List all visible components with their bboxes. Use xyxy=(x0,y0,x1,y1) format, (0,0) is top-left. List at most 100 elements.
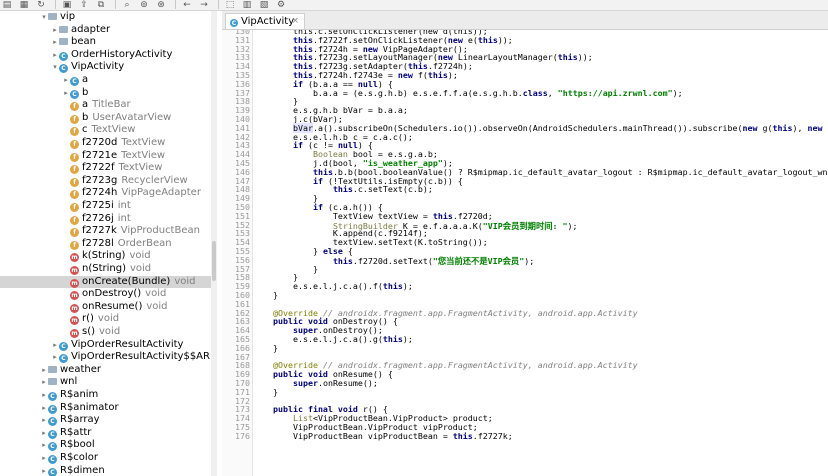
expand-arrow-icon[interactable]: ▾ xyxy=(40,11,48,24)
tree-item[interactable]: f f2721e TextView xyxy=(0,150,211,163)
tree-item[interactable]: f c TextView xyxy=(0,124,211,137)
tree-item[interactable]: ▸ C R$attr xyxy=(0,427,211,440)
tree-item[interactable]: ▸ C R$color xyxy=(0,452,211,465)
expand-arrow-icon[interactable]: ▸ xyxy=(40,414,48,427)
tree-item-name: onCreate(Bundle) xyxy=(82,275,171,287)
tree-item[interactable]: ▸ C R$animator xyxy=(0,402,211,415)
save-all-icon[interactable]: ▣ xyxy=(60,0,74,10)
tree-scrollbar[interactable] xyxy=(211,11,217,476)
expand-arrow-icon[interactable]: ▸ xyxy=(51,339,59,352)
tree-item[interactable]: f f2725i int xyxy=(0,200,211,213)
smali-icon[interactable]: ▥ xyxy=(240,0,254,10)
tree-item[interactable]: m onCreate(Bundle) void xyxy=(0,275,211,289)
tree-item[interactable]: m onDestroy() void xyxy=(0,288,211,301)
tab-vipactivity[interactable]: C VipActivity × xyxy=(225,13,305,29)
code-line[interactable]: } xyxy=(253,387,278,397)
tree-item[interactable]: f f2720d TextView xyxy=(0,137,211,150)
expand-arrow-icon[interactable]: ▸ xyxy=(51,49,59,62)
expand-arrow-icon[interactable]: ▸ xyxy=(40,439,48,452)
toolbar-separator xyxy=(115,0,116,9)
code-editor[interactable]: this.c.setOnClickListener(new d(this)); … xyxy=(253,30,828,476)
tree-item[interactable]: f f2727k VipProductBean xyxy=(0,225,211,238)
tree-item[interactable]: ▾ vip xyxy=(0,11,211,24)
expand-arrow-icon[interactable]: ▸ xyxy=(40,364,48,377)
code-token: } xyxy=(253,342,278,353)
tree-item[interactable]: ▸ C R$dimen xyxy=(0,465,211,476)
tree-item[interactable]: ▸ C R$anim xyxy=(0,389,211,402)
tree-item[interactable]: f a TitleBar xyxy=(0,99,211,112)
code-token: "https://api.zrwnl.com" xyxy=(557,87,673,98)
tree-item-name: f2724h xyxy=(82,187,118,199)
tree-item[interactable]: ▸ C OrderHistoryActivity xyxy=(0,49,211,62)
expand-arrow-icon[interactable]: ▸ xyxy=(51,351,59,364)
class-icon: C xyxy=(59,354,68,364)
tree-item[interactable]: m k(String) void xyxy=(0,250,211,263)
field-icon: f xyxy=(70,215,79,225)
field-icon: f xyxy=(70,140,79,149)
decompile-icon[interactable]: ⬚ xyxy=(223,0,237,10)
tree-item[interactable]: m onResume() void xyxy=(0,301,211,314)
tree-item[interactable]: ▸ wnl xyxy=(0,376,211,389)
line-number-gutter: 130 131 132 133 134 135 136 137 138 139 140 141 142 1… xyxy=(222,30,253,476)
tree-item[interactable]: ▸ C VipOrderResultActivity$$AR xyxy=(0,351,211,364)
code-token: g( xyxy=(757,122,773,133)
expand-arrow-icon[interactable]: ▾ xyxy=(51,61,59,74)
expand-arrow-icon[interactable]: ▸ xyxy=(40,452,48,465)
tree-item[interactable]: ▸ Cb xyxy=(0,87,211,100)
tree-item[interactable]: f f2728l OrderBean xyxy=(0,238,211,251)
tree-item[interactable]: ▸ C R$bool xyxy=(0,439,211,452)
tree-item[interactable]: ▸ adapter xyxy=(0,24,211,37)
tree-item[interactable]: m s() void xyxy=(0,326,211,339)
search-icon[interactable]: ⌕ xyxy=(120,0,134,10)
log-icon[interactable]: ▧ xyxy=(257,0,271,10)
tree-item-type: TextView xyxy=(91,124,136,136)
expand-arrow-icon[interactable]: ▸ xyxy=(62,74,70,87)
line-number: 176 xyxy=(235,430,250,441)
copy-icon[interactable]: ⧉ xyxy=(94,0,108,10)
expand-arrow-icon[interactable]: ▸ xyxy=(40,402,48,415)
tree-item[interactable]: f b UserAvatarView xyxy=(0,112,211,125)
tree-item[interactable]: f f2724h VipPageAdapter xyxy=(0,187,211,200)
tree-item[interactable]: f f2726j int xyxy=(0,213,211,226)
tree-item[interactable]: f f2722f TextView xyxy=(0,162,211,175)
tree-item[interactable]: ▸ weather xyxy=(0,364,211,377)
tree-item[interactable]: m r() void xyxy=(0,313,211,326)
expand-arrow-icon[interactable]: ▸ xyxy=(62,87,70,100)
tree-item[interactable]: m n(String) void xyxy=(0,263,211,276)
code-line[interactable]: } xyxy=(253,290,278,300)
code-line[interactable]: } xyxy=(253,343,278,353)
tree-item[interactable]: f f2723g RecyclerView xyxy=(0,175,211,188)
expand-arrow-icon[interactable]: ▸ xyxy=(40,376,48,389)
tree-item[interactable]: ▸ bean xyxy=(0,36,211,49)
toolbar-separator xyxy=(55,0,56,9)
code-token: , xyxy=(547,87,558,98)
open-icon[interactable]: ▤ xyxy=(0,0,14,10)
tree-item[interactable]: ▾ C VipActivity xyxy=(0,61,211,74)
export-icon[interactable]: ⇪ xyxy=(77,0,91,10)
find-class-icon[interactable]: ⊚ xyxy=(137,0,151,10)
code-line[interactable]: VipProductBean vipProductBean = this.f27… xyxy=(253,431,513,441)
code-token: this xyxy=(772,122,793,133)
expand-arrow-icon[interactable]: ▸ xyxy=(40,389,48,402)
code-line[interactable]: b.a.a = (e.s.g.h.b) e.s.e.f.f.a(e.s.g.h.… xyxy=(253,88,683,98)
tree-item-name: VipActivity xyxy=(71,61,125,73)
tree-item[interactable]: ▸ C VipOrderResultActivity xyxy=(0,339,211,352)
field-icon: f xyxy=(70,228,79,238)
expand-arrow-icon[interactable]: ▸ xyxy=(51,36,59,49)
expand-arrow-icon[interactable]: ▸ xyxy=(51,24,59,37)
expand-arrow-icon[interactable]: ▸ xyxy=(40,465,48,476)
close-icon[interactable]: × xyxy=(291,14,299,29)
code-token: } xyxy=(253,386,278,397)
expand-arrow-icon[interactable]: ▸ xyxy=(40,427,48,440)
tree-item[interactable]: ▸ C R$array xyxy=(0,414,211,427)
find-usage-icon[interactable]: ⊛ xyxy=(154,0,168,10)
refresh-icon[interactable]: ↻ xyxy=(34,0,48,10)
back-icon[interactable]: ← xyxy=(180,0,194,10)
settings-icon[interactable]: ⚙ xyxy=(274,0,288,10)
class-icon: C xyxy=(230,19,238,27)
class-icon: C xyxy=(59,64,68,74)
tree-item[interactable]: ▸ Ca xyxy=(0,74,211,87)
save-icon[interactable]: ▦ xyxy=(17,0,31,10)
forward-icon[interactable]: → xyxy=(197,0,211,10)
tree-scroll-thumb[interactable] xyxy=(212,241,216,281)
